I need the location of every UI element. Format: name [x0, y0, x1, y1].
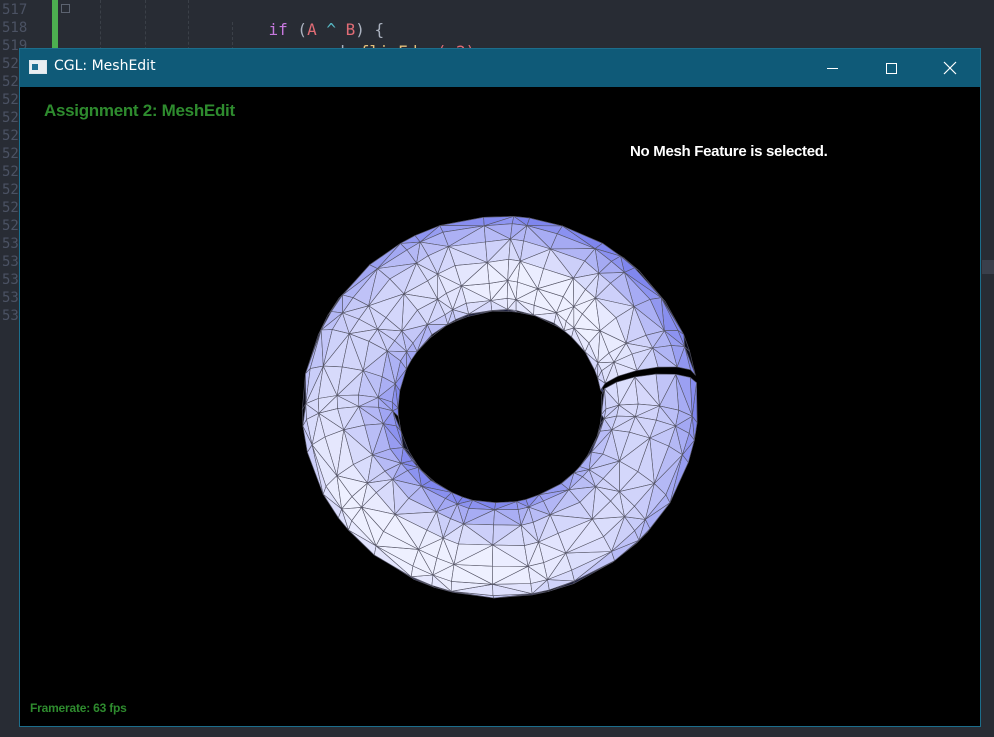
- torus-mesh[interactable]: [290, 197, 710, 617]
- framerate-readout: Framerate: 63 fps: [30, 701, 127, 715]
- line-number: 517: [2, 2, 28, 18]
- minimize-icon: [826, 67, 838, 69]
- indent-guide: [145, 0, 146, 50]
- close-icon: [943, 61, 957, 75]
- meshedit-window[interactable]: CGL: MeshEdit Assignment 2: MeshEdit No …: [19, 48, 981, 727]
- scrollbar-marker[interactable]: [982, 260, 994, 274]
- 3d-viewport[interactable]: Assignment 2: MeshEdit No Mesh Feature i…: [20, 87, 980, 726]
- selection-status: No Mesh Feature is selected.: [630, 143, 828, 160]
- minimize-button[interactable]: [803, 49, 861, 87]
- git-change-indicator: [52, 0, 58, 50]
- indent-guide: [100, 0, 101, 50]
- mesh-face[interactable]: [526, 217, 563, 227]
- line-number: 518: [2, 20, 28, 36]
- app-icon: [29, 60, 47, 74]
- maximize-icon: [885, 62, 897, 74]
- fold-toggle-icon[interactable]: [61, 4, 70, 13]
- title-bar[interactable]: CGL: MeshEdit: [20, 49, 980, 87]
- close-button[interactable]: [921, 49, 979, 87]
- window-title: CGL: MeshEdit: [54, 58, 156, 74]
- mesh-face[interactable]: [331, 294, 343, 314]
- mesh-face[interactable]: [439, 217, 485, 227]
- assignment-heading: Assignment 2: MeshEdit: [44, 101, 235, 120]
- indent-guide: [188, 0, 189, 50]
- maximize-button[interactable]: [862, 49, 920, 87]
